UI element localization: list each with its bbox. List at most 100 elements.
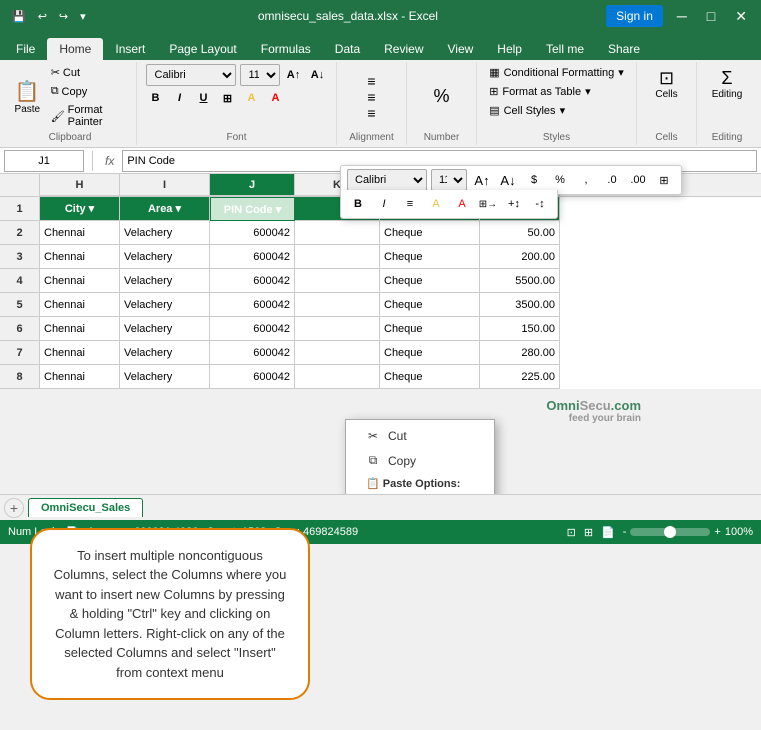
number-button[interactable]: % [422,82,462,111]
cell-M4[interactable]: 5500.00 [480,269,560,293]
cell-J7[interactable]: 600042 [210,341,295,365]
cell-K5[interactable] [295,293,380,317]
sign-in-button[interactable]: Sign in [606,5,663,27]
tab-page-layout[interactable]: Page Layout [157,38,248,60]
col-header-J[interactable]: J [210,174,295,196]
redo-icon[interactable]: ↪ [55,8,72,25]
mini-comma[interactable]: , [575,169,597,191]
paste-button[interactable]: 📋 Paste [10,75,45,119]
cell-L6[interactable]: Cheque [380,317,480,341]
mini-delete-rows-button[interactable]: -↕ [529,193,551,215]
minimize-button[interactable]: ─ [671,6,693,26]
customize-icon[interactable]: ▾ [76,8,90,25]
format-painter-button[interactable]: 🖌 Format Painter [47,102,130,130]
cell-L8[interactable]: Cheque [380,365,480,389]
cell-J6[interactable]: 600042 [210,317,295,341]
cell-H7[interactable]: Chennai [40,341,120,365]
border-button[interactable]: ⊞ [218,88,238,108]
cell-M5[interactable]: 3500.00 [480,293,560,317]
cell-I4[interactable]: Velachery [120,269,210,293]
cell-L5[interactable]: Cheque [380,293,480,317]
row-header-7[interactable]: 7 [0,341,40,365]
row-header-1[interactable]: 1 [0,197,40,221]
increase-font-button[interactable]: A↑ [284,65,304,85]
row-header-3[interactable]: 3 [0,245,40,269]
bold-button[interactable]: B [146,88,166,108]
cell-I7[interactable]: Velachery [120,341,210,365]
font-color-button[interactable]: A [266,88,286,108]
tab-help[interactable]: Help [485,38,534,60]
mini-currency[interactable]: $ [523,169,545,191]
tab-share[interactable]: Share [596,38,652,60]
undo-icon[interactable]: ↩ [34,8,51,25]
row-header-2[interactable]: 2 [0,221,40,245]
decrease-font-button[interactable]: A↓ [308,65,328,85]
mini-size-select[interactable]: 11 [431,169,467,191]
fill-color-button[interactable]: A [242,88,262,108]
alignment-button[interactable]: ≡≡≡ [352,69,392,125]
cell-J2[interactable]: 600042 [210,221,295,245]
cell-styles-button[interactable]: ▤ Cell Styles ▾ [483,102,630,119]
cell-L2[interactable]: Cheque [380,221,480,245]
cell-I8[interactable]: Velachery [120,365,210,389]
cell-J8[interactable]: 600042 [210,365,295,389]
col-header-H[interactable]: H [40,174,120,196]
mini-fill-color-button[interactable]: A [425,193,447,215]
cells-button[interactable]: ⊡ Cells [643,64,691,104]
mini-increase-decimal[interactable]: .0 [601,169,623,191]
font-size-select[interactable]: 11 [240,64,280,86]
cell-K6[interactable] [295,317,380,341]
cell-M6[interactable]: 150.00 [480,317,560,341]
conditional-formatting-button[interactable]: ▦ Conditional Formatting ▾ [483,64,630,81]
mini-merge-button[interactable]: ⊞→ [477,193,499,215]
cell-M2[interactable]: 50.00 [480,221,560,245]
cell-I5[interactable]: Velachery [120,293,210,317]
mini-border-icon[interactable]: ⊞ [653,169,675,191]
row-header-4[interactable]: 4 [0,269,40,293]
cell-J1[interactable]: PIN Code ▾ [210,197,295,221]
maximize-button[interactable]: □ [701,6,721,26]
mini-decrease-decimal[interactable]: .00 [627,169,649,191]
cell-H4[interactable]: Chennai [40,269,120,293]
cell-M7[interactable]: 280.00 [480,341,560,365]
mini-increase-font[interactable]: A↑ [471,169,493,191]
sheet-tab-omnisecu-sales[interactable]: OmniSecu_Sales [28,498,143,517]
cell-K4[interactable] [295,269,380,293]
cell-J3[interactable]: 600042 [210,245,295,269]
mini-bold-button[interactable]: B [347,193,369,215]
cell-K7[interactable] [295,341,380,365]
col-header-I[interactable]: I [120,174,210,196]
font-name-select[interactable]: Calibri [146,64,236,86]
ctx-cut[interactable]: ✂ Cut [346,424,494,448]
editing-button[interactable]: Σ Editing [703,64,751,104]
add-sheet-button[interactable]: + [4,498,24,518]
tab-view[interactable]: View [436,38,486,60]
mini-font-color-button[interactable]: A [451,193,473,215]
underline-button[interactable]: U [194,88,214,108]
mini-percent[interactable]: % [549,169,571,191]
tab-formulas[interactable]: Formulas [249,38,323,60]
cell-I2[interactable]: Velachery [120,221,210,245]
copy-button[interactable]: ⧉ Copy [47,83,130,100]
tab-home[interactable]: Home [47,38,103,60]
cell-M3[interactable]: 200.00 [480,245,560,269]
mini-decrease-font[interactable]: A↓ [497,169,519,191]
cell-H2[interactable]: Chennai [40,221,120,245]
cell-H8[interactable]: Chennai [40,365,120,389]
cut-button[interactable]: ✂ Cut [47,64,130,81]
cell-H6[interactable]: Chennai [40,317,120,341]
cell-I6[interactable]: Velachery [120,317,210,341]
save-icon[interactable]: 💾 [8,8,30,25]
mini-align-button[interactable]: ≡ [399,193,421,215]
row-header-6[interactable]: 6 [0,317,40,341]
name-box[interactable] [4,150,84,172]
mini-insert-rows-button[interactable]: +↕ [503,193,525,215]
tab-file[interactable]: File [4,38,47,60]
zoom-out-icon[interactable]: - [623,526,627,538]
tab-review[interactable]: Review [372,38,435,60]
row-header-5[interactable]: 5 [0,293,40,317]
cell-J4[interactable]: 600042 [210,269,295,293]
cell-M8[interactable]: 225.00 [480,365,560,389]
italic-button[interactable]: I [170,88,190,108]
mini-font-select[interactable]: Calibri [347,169,427,191]
